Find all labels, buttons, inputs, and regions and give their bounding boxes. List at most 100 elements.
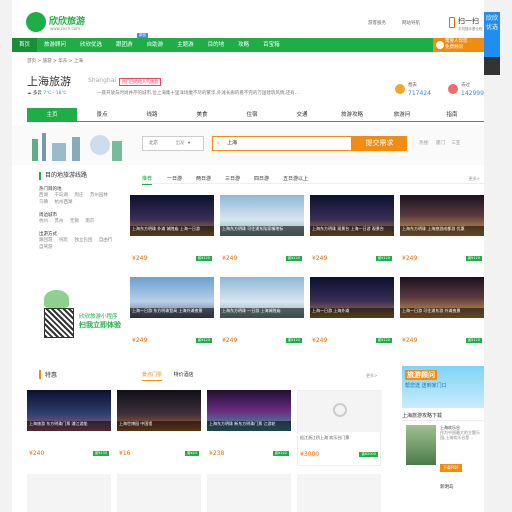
route-card[interactable]: 上海东方明珠 上海旅游成都游 优惠 ¥249 省¥120 — [400, 195, 484, 271]
heart-icon[interactable] — [395, 84, 405, 94]
sidebar-link[interactable]: 独立包团 — [74, 238, 92, 243]
route-card[interactable]: 上海一日游 上海外滩 ¥249 省¥120 — [310, 277, 394, 353]
guide-cover-image[interactable] — [406, 425, 436, 465]
days-tab-1[interactable]: 一日游 — [167, 175, 182, 182]
nav-consultant[interactable]: 旅游顾问 — [37, 38, 73, 52]
nav-toolbox[interactable]: 百宝箱 — [256, 38, 287, 52]
hot-search-label: 热搜: — [419, 141, 430, 146]
sidebar-link[interactable]: 周庄 — [74, 193, 83, 198]
logo-subtitle: www.cncn.com — [50, 26, 81, 31]
submit-request-button[interactable]: 提交需求 — [352, 136, 407, 151]
sidebar-link[interactable]: 千岛湖 — [54, 193, 68, 198]
logo-icon[interactable] — [26, 12, 46, 32]
sidebar-link[interactable]: 无锡 — [70, 219, 79, 224]
days-tab-recommended[interactable]: 推荐 — [142, 175, 153, 185]
sidebar-title: 目的地旅游线路 — [39, 172, 136, 180]
breadcrumb[interactable]: 首页 > 旅游 > 华东 > 上海 — [27, 58, 83, 64]
sidebar-link[interactable]: 自由行 — [99, 238, 113, 243]
ticket-image-placeholder — [298, 391, 382, 432]
nav-destination[interactable]: 目的地 — [201, 38, 232, 52]
guide-name-2[interactable]: 新明岛 — [440, 484, 454, 490]
placeholder-card — [117, 474, 201, 512]
days-tab-4[interactable]: 四日游 — [254, 175, 269, 182]
route-caption: 上海一日游 东方明珠登高 上海外滩夜景 — [130, 308, 214, 318]
route-card[interactable]: 上海一日游 可往浦东游 外滩夜景 ¥249 省¥120 — [400, 277, 484, 353]
sidebar-link[interactable]: 杭州 — [39, 219, 48, 224]
route-save: 省¥120 — [375, 338, 392, 343]
sidebar-link[interactable]: 杭州西湖 — [54, 200, 72, 205]
ad-subtitle: 帮您选 送到家门口 — [405, 383, 447, 389]
days-tab-2[interactable]: 两日游 — [196, 175, 211, 182]
special-tabs: 景点门票 特价酒店 — [142, 371, 204, 381]
special-tab-tickets[interactable]: 景点门票 — [142, 372, 163, 381]
special-tab-hotels[interactable]: 特价酒店 — [174, 372, 194, 378]
top-header: 欣欣旅游 www.cncn.com 游客服务 网站导航 扫一扫 手机随手看全程 — [12, 0, 484, 38]
stat-been: 去过 142999 — [461, 82, 484, 97]
route-card[interactable]: 上海东方明珠 可往浦东陆家嘴地标 ¥249 省¥120 — [220, 195, 304, 271]
tab-qa[interactable]: 旅游问 — [377, 108, 427, 121]
consultant-line2: 免费顾问 — [445, 45, 463, 50]
route-caption: 上海东方明珠 上海旅游成都游 优惠 — [400, 226, 484, 236]
guide-info: 上海欢乐谷 作为中国最大的主题乐园,上海欢乐谷是... — [440, 425, 484, 440]
ticket-card[interactable]: 上海世博园 中国馆 ¥16 省¥44 — [117, 390, 201, 466]
placeholder-card — [207, 474, 291, 512]
tab-guide[interactable]: 指南 — [427, 108, 477, 121]
tab-food[interactable]: 美食 — [177, 108, 227, 121]
nav-selected[interactable]: 欣欣优选 — [73, 38, 109, 52]
consultant-ad-banner[interactable]: 旅游顾问 帮您选 送到家门口 — [402, 366, 484, 408]
tab-attractions[interactable]: 景点 — [77, 108, 127, 121]
ticket-card[interactable]: 松江浙江桥上海 欢乐谷门票 ¥3000 省¥2000 — [297, 390, 382, 466]
free-consultant-button[interactable]: 需要人帮您 免费顾问 — [433, 38, 484, 52]
nav-group-tour[interactable]: 跟团游 — [109, 38, 140, 52]
phone-icon — [449, 17, 455, 28]
flag-icon[interactable] — [448, 84, 458, 94]
ticket-card[interactable]: 上海旅游 东方明珠门票 浦江游船 ¥240 省¥130 — [27, 390, 111, 466]
tab-transport[interactable]: 交通 — [277, 108, 327, 121]
guide-download-button[interactable]: 下载PDF — [440, 464, 462, 472]
hot-search-item[interactable]: 三亚 — [451, 141, 460, 146]
top-link-service[interactable]: 游客服务 — [368, 20, 386, 26]
tab-routes[interactable]: 线路 — [127, 108, 177, 121]
sidebar-link[interactable]: 跟团游 — [39, 238, 53, 243]
sidebar-link[interactable]: 乌镇 — [39, 200, 48, 205]
special-more-link[interactable]: 更多> — [366, 373, 377, 379]
sidebar-link[interactable]: 纯玩 — [59, 238, 68, 243]
ticket-caption: 上海东方明珠 新东方明珠门票 江游轮 — [207, 421, 291, 431]
departure-select[interactable]: 北京 出发 ▾ — [142, 136, 204, 151]
floating-selected-rail[interactable]: 欣欣优选 — [484, 12, 500, 57]
wechat-icon[interactable] — [484, 57, 500, 75]
route-card[interactable]: 上海东方明珠 一日游 上海城隍庙 ¥249 省¥120 — [220, 277, 304, 353]
nav-home[interactable]: 首页 — [12, 38, 38, 52]
tab-hotel[interactable]: 住宿 — [227, 108, 277, 121]
ticket-card[interactable]: 上海东方明珠 新东方明珠门票 江游轮 ¥238 省¥142 — [207, 390, 291, 466]
route-save: 省¥120 — [465, 338, 482, 343]
days-tab-5plus[interactable]: 五日游以上 — [283, 175, 308, 182]
route-card[interactable]: 上海一日游 东方明珠登高 上海外滩夜景 ¥249 省¥120 — [130, 277, 214, 353]
sidebar-link[interactable]: 苏州 — [54, 219, 63, 224]
days-tabs: 推荐 一日游 两日游 三日游 四日游 五日游以上 更多> — [142, 172, 484, 185]
route-card[interactable]: 上海东方明珠 外滩 城隍庙 上海一日游 ¥249 省¥120 — [130, 195, 214, 271]
search-input[interactable]: ⌕ 上海 — [212, 136, 352, 151]
days-more-link[interactable]: 更多> — [469, 176, 480, 182]
top-link-sitemap[interactable]: 网站导航 — [402, 20, 420, 26]
sidebar-link[interactable]: 苏州园林 — [90, 193, 108, 198]
image-placeholder-icon — [333, 403, 347, 417]
app-scan-title[interactable]: 扫一扫 — [458, 16, 479, 26]
route-caption: 上海东方明珠 可往浦东陆家嘴地标 — [220, 226, 304, 236]
sidebar-link[interactable]: 南京 — [85, 219, 94, 224]
tab-home[interactable]: 主页 — [27, 108, 77, 121]
consultant-avatar-icon — [436, 41, 444, 49]
nav-theme-tour[interactable]: 主题游 — [170, 38, 201, 52]
elephant-mascot-icon — [44, 290, 69, 308]
route-card[interactable]: 上海东方明珠 观景台 上海一日游 观景台 ¥249 省¥120 — [310, 195, 394, 271]
tab-strategy[interactable]: 旅游攻略 — [327, 108, 377, 121]
sidebar-link[interactable]: 自驾游 — [39, 245, 53, 250]
ticket-title: 松江浙江桥上海 欢乐谷门票 — [300, 435, 350, 440]
route-caption: 上海一日游 上海外滩 — [310, 308, 394, 318]
nav-guides[interactable]: 攻略 — [231, 38, 256, 52]
hot-search-item[interactable]: 厦门 — [436, 141, 445, 146]
sidebar-link[interactable]: 西湖 — [39, 193, 48, 198]
mini-program-promo[interactable]: 欣欣旅游小程序 扫我立即体验 — [39, 290, 136, 350]
nav-self-tour[interactable]: 自助游 — [140, 38, 171, 52]
days-tab-3[interactable]: 三日游 — [225, 175, 240, 182]
